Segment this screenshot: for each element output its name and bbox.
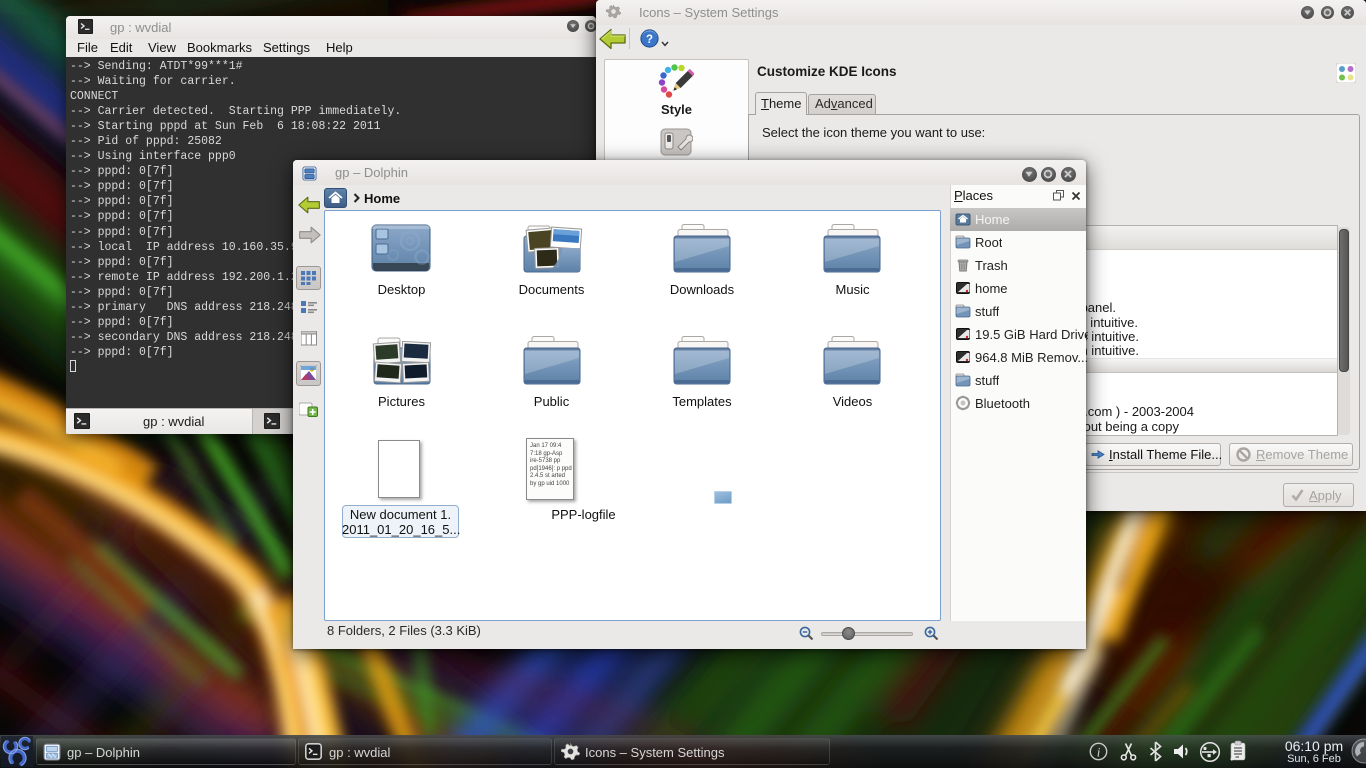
svg-text:?: ?	[646, 34, 653, 46]
svg-text:i: i	[1097, 745, 1101, 760]
